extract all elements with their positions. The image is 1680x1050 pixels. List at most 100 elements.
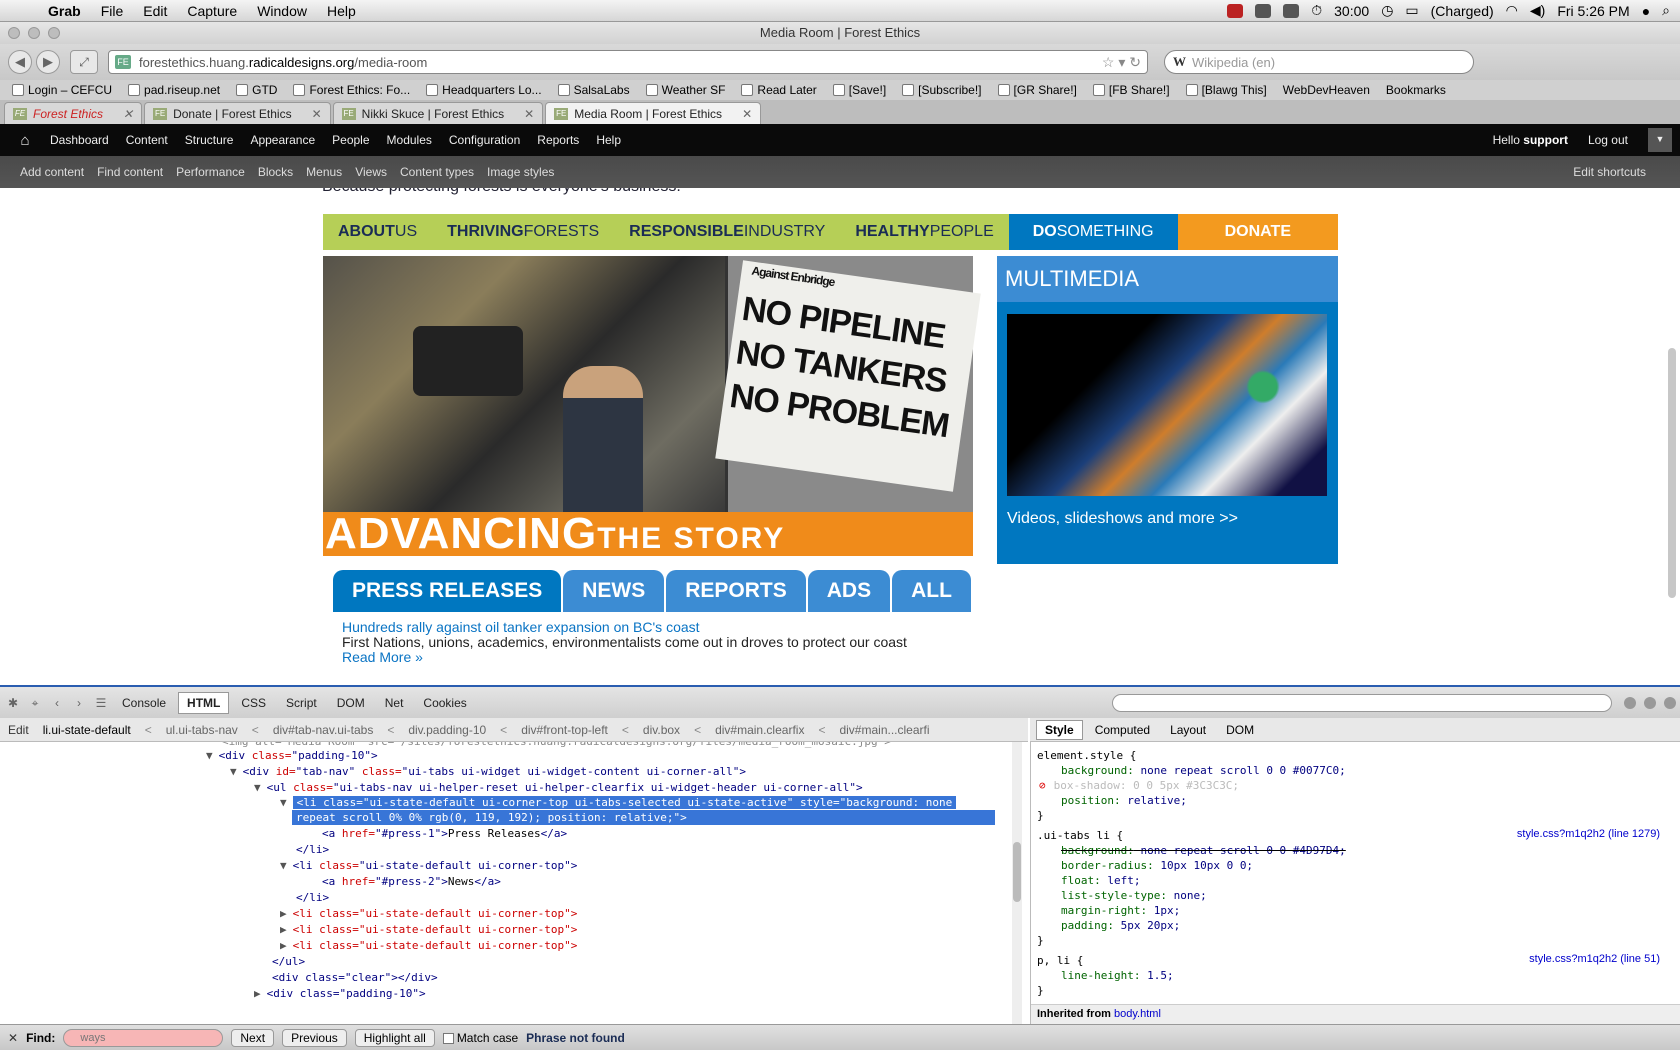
- shortcut-add-content[interactable]: Add content: [20, 165, 84, 179]
- minimize-icon[interactable]: [1624, 696, 1636, 709]
- crumb[interactable]: div#main...clearfi: [839, 723, 929, 737]
- username[interactable]: support: [1523, 133, 1568, 147]
- twisty-closed-icon[interactable]: ▶: [280, 907, 287, 920]
- tab-style[interactable]: Style: [1036, 719, 1083, 740]
- twisty-closed-icon[interactable]: ▶: [254, 987, 261, 1000]
- highlight-all-button[interactable]: Highlight all: [354, 1028, 435, 1047]
- back-icon[interactable]: ‹: [48, 694, 66, 712]
- inherited-element-link[interactable]: body.html: [1114, 1008, 1161, 1020]
- menu-app-grab[interactable]: Grab: [38, 3, 91, 19]
- bookmark-item[interactable]: Weather SF: [645, 83, 725, 97]
- tab-donate[interactable]: FE Donate | Forest Ethics ✕: [144, 102, 331, 124]
- admin-structure[interactable]: Structure: [185, 133, 234, 147]
- tree-line[interactable]: <a href="#press-2">News</a>: [322, 874, 501, 890]
- tab-reports[interactable]: REPORTS: [666, 570, 806, 612]
- bookmark-item[interactable]: SalsaLabs: [557, 83, 630, 97]
- page-scrollbar[interactable]: [1668, 348, 1676, 598]
- tree-line[interactable]: ▼ <div class="padding-10">: [206, 748, 378, 764]
- tree-line[interactable]: <a href="#press-1">Press Releases</a>: [322, 826, 567, 842]
- logout-link[interactable]: Log out: [1588, 133, 1628, 147]
- nav-healthy-people[interactable]: HEALTHY PEOPLE: [840, 214, 1009, 250]
- bookmark-item[interactable]: [Save!]: [832, 83, 886, 97]
- html-panel-scrollbar[interactable]: [1012, 742, 1022, 1024]
- tree-line[interactable]: ▼ <div id="tab-nav" class="ui-tabs ui-wid…: [230, 764, 746, 780]
- close-window-button[interactable]: [8, 27, 20, 39]
- checkbox-icon[interactable]: [442, 1032, 454, 1044]
- nav-about-us[interactable]: ABOUT US: [323, 214, 433, 250]
- shortcut-menus[interactable]: Menus: [306, 165, 342, 179]
- admin-configuration[interactable]: Configuration: [449, 133, 520, 147]
- bookmark-item[interactable]: [Blawg This]: [1185, 83, 1267, 97]
- shortcut-content-types[interactable]: Content types: [400, 165, 474, 179]
- crumb[interactable]: div.padding-10: [408, 723, 486, 737]
- twisty-closed-icon[interactable]: ▶: [280, 939, 287, 952]
- twisty-open-icon[interactable]: ▼: [254, 781, 261, 794]
- menu-window[interactable]: Window: [247, 3, 317, 19]
- close-icon[interactable]: ✕: [123, 107, 133, 121]
- list-menu-icon[interactable]: ☰: [92, 694, 110, 712]
- menu-capture[interactable]: Capture: [177, 3, 247, 19]
- bookmark-item[interactable]: GTD: [236, 83, 277, 97]
- read-more-link[interactable]: Read More »: [342, 650, 907, 665]
- tab-computed[interactable]: Computed: [1087, 721, 1158, 739]
- bookmark-item[interactable]: Forest Ethics: Fo...: [293, 83, 410, 97]
- admin-appearance[interactable]: Appearance: [250, 133, 315, 147]
- nav-thriving-forests[interactable]: THRIVING FORESTS: [432, 214, 615, 250]
- sync-icon[interactable]: [1283, 3, 1300, 18]
- css-property-overridden[interactable]: background: none repeat scroll 0 0 #4D97…: [1061, 843, 1346, 858]
- bookmark-item[interactable]: Read Later: [741, 83, 817, 97]
- css-source-link[interactable]: style.css?m1q2h2 (line 51): [1529, 953, 1660, 965]
- close-icon[interactable]: [1664, 696, 1676, 709]
- nav-do-something[interactable]: DO SOMETHING: [1008, 214, 1178, 250]
- admin-help[interactable]: Help: [596, 133, 621, 147]
- tab-html[interactable]: HTML: [178, 691, 230, 714]
- tree-line-selected[interactable]: repeat scroll 0% 0% rgb(0, 119, 192); po…: [292, 810, 995, 826]
- nav-donate[interactable]: DONATE: [1177, 214, 1338, 250]
- tree-line[interactable]: ▼ <li class="ui-state-default ui-corner-t…: [280, 858, 577, 874]
- article-title-link[interactable]: Hundreds rally against oil tanker expans…: [342, 620, 907, 635]
- shortcut-find-content[interactable]: Find content: [97, 165, 163, 179]
- tree-line[interactable]: ▶ <li class="ui-state-default ui-corner-t…: [280, 938, 577, 954]
- tab-console[interactable]: Console: [114, 693, 174, 713]
- admin-content[interactable]: Content: [126, 133, 168, 147]
- tree-line[interactable]: ▶ <li class="ui-state-default ui-corner-t…: [280, 922, 577, 938]
- bookmarks-menu[interactable]: Bookmarks: [1386, 83, 1446, 97]
- spotlight-icon[interactable]: ⌕: [1662, 2, 1670, 19]
- menu-help[interactable]: Help: [317, 3, 366, 19]
- tree-line-selected[interactable]: ▼ <li class="ui-state-default ui-corner-t…: [280, 795, 957, 811]
- bookmark-item[interactable]: pad.riseup.net: [128, 83, 220, 97]
- url-bar[interactable]: FE forestethics.huang. radicaldesigns.org…: [108, 50, 1148, 74]
- crumb[interactable]: div#main.clearfix: [715, 723, 804, 737]
- user-icon[interactable]: ●: [1642, 3, 1650, 19]
- tree-line[interactable]: </ul>: [272, 954, 305, 970]
- forward-button[interactable]: ▶: [36, 50, 60, 74]
- css-property[interactable]: position: relative;: [1061, 793, 1187, 808]
- crumb[interactable]: li.ui-state-default: [43, 723, 131, 737]
- twisty-closed-icon[interactable]: ▶: [280, 923, 287, 936]
- tab-net[interactable]: Net: [377, 693, 412, 713]
- timer-icon[interactable]: ⏱: [1311, 2, 1322, 19]
- tab-script[interactable]: Script: [278, 693, 325, 713]
- disabled-icon[interactable]: ⊘: [1039, 779, 1046, 792]
- zoom-window-button[interactable]: [48, 27, 60, 39]
- wifi-icon[interactable]: ◠: [1506, 2, 1518, 19]
- menu-file[interactable]: File: [91, 3, 134, 19]
- tree-line[interactable]: ▶ <li class="ui-state-default ui-corner-t…: [280, 906, 577, 922]
- inspect-icon[interactable]: ⌖: [26, 694, 44, 712]
- nav-responsible-industry[interactable]: RESPONSIBLE INDUSTRY: [614, 214, 841, 250]
- twisty-open-icon[interactable]: ▼: [280, 859, 287, 872]
- time-machine-icon[interactable]: ◷: [1381, 2, 1393, 19]
- home-icon[interactable]: ⌂: [0, 132, 50, 149]
- screens-icon[interactable]: [1255, 3, 1272, 18]
- tree-line[interactable]: ▶ <div class="padding-10">: [254, 986, 426, 1002]
- css-property-disabled[interactable]: ⊘ box-shadow: 0 0 5px #3C3C3C;: [1039, 778, 1239, 793]
- twisty-open-icon[interactable]: ▼: [206, 749, 213, 762]
- tree-line[interactable]: </li>: [296, 890, 329, 906]
- tree-line[interactable]: ▼ <ul class="ui-tabs-nav ui-helper-reset …: [254, 780, 863, 796]
- admin-reports[interactable]: Reports: [537, 133, 579, 147]
- toggle-shortcuts-icon[interactable]: ▼: [1648, 128, 1672, 152]
- css-property[interactable]: border-radius: 10px 10px 0 0;: [1061, 858, 1253, 873]
- edit-button[interactable]: Edit: [8, 723, 29, 737]
- css-property[interactable]: margin-right: 1px;: [1061, 903, 1180, 918]
- find-next-button[interactable]: Next: [231, 1028, 275, 1047]
